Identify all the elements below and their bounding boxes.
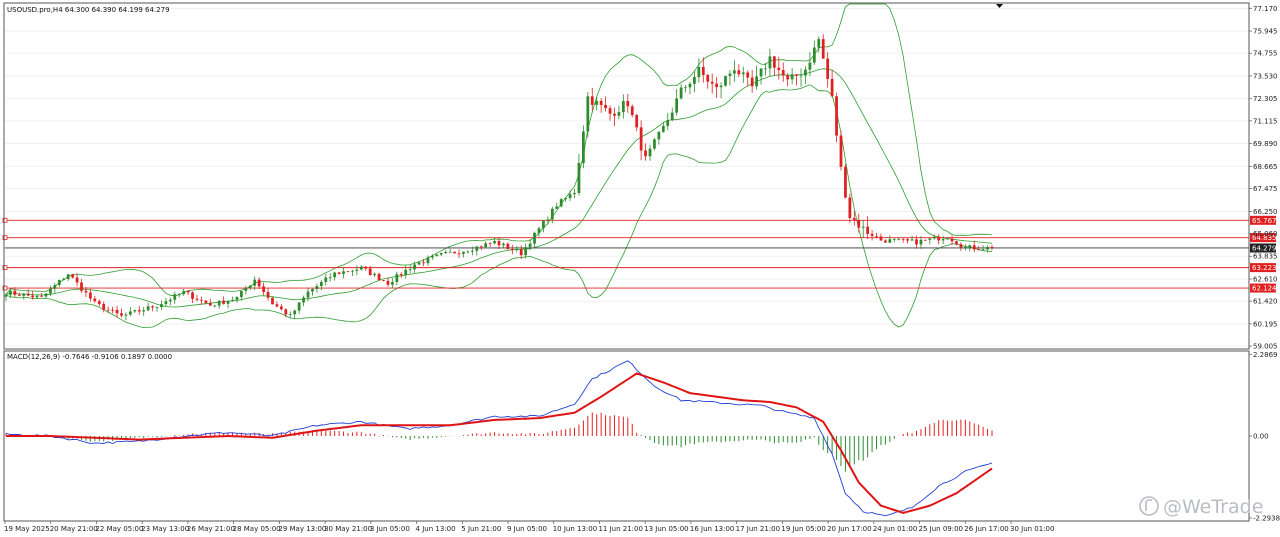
time-tick-label: 29 May 13:00 xyxy=(278,525,326,533)
time-tick-label: 20 May 21:00 xyxy=(50,525,98,533)
time-tick-label: 25 Jun 09:00 xyxy=(919,525,963,533)
price-tick-label: 59.005 xyxy=(1253,343,1278,351)
price-tick-label: 69.890 xyxy=(1253,140,1278,148)
price-tick-label: 67.475 xyxy=(1253,185,1278,193)
candle xyxy=(724,75,727,87)
macd-tick-label: 0.00 xyxy=(1253,433,1269,441)
time-tick-label: 4 Jun 13:00 xyxy=(416,525,456,533)
level-price-label: 63.223 xyxy=(1252,264,1277,272)
price-tick-label: 75.945 xyxy=(1253,28,1278,36)
price-tick-label: 73.530 xyxy=(1253,72,1278,80)
time-tick-label: 28 May 05:00 xyxy=(233,525,281,533)
candle xyxy=(271,297,274,305)
candle xyxy=(453,251,456,254)
price-tick-label: 61.420 xyxy=(1253,298,1278,306)
time-tick-label: 16 Jun 13:00 xyxy=(690,525,734,533)
time-tick-label: 23 May 13:00 xyxy=(141,525,189,533)
time-tick-label: 30 May 21:00 xyxy=(324,525,372,533)
candle xyxy=(586,92,590,138)
price-tick-label: 66.250 xyxy=(1253,208,1278,216)
candle xyxy=(839,130,843,171)
level-price-label: 65.767 xyxy=(1252,217,1277,225)
time-tick-label: 11 Jun 21:00 xyxy=(598,525,642,533)
chart-background xyxy=(0,0,1280,537)
price-tick-label: 74.755 xyxy=(1253,50,1278,58)
price-tick-label: 68.665 xyxy=(1253,163,1278,171)
time-tick-label: 19 May 2025 xyxy=(4,525,50,533)
candle xyxy=(559,198,563,208)
macd-pane-title: MACD(12,26,9) -0.7646 -0.9106 0.1897 0.0… xyxy=(7,353,172,361)
time-tick-label: 26 May 21:00 xyxy=(187,525,235,533)
candle xyxy=(835,92,838,143)
price-tick-label: 63.835 xyxy=(1253,253,1278,261)
price-tick-label: 71.115 xyxy=(1253,117,1278,125)
time-tick-label: 22 May 05:00 xyxy=(95,525,143,533)
price-pane-title: USOUSD.pro,H4 64.300 64.390 64.199 64.27… xyxy=(7,6,170,14)
time-tick-label: 5 Jun 21:00 xyxy=(461,525,501,533)
price-chart[interactable]: 65.76764.83564.27963.22362.124 USOUSD.pr… xyxy=(0,0,1280,537)
candle xyxy=(377,272,381,281)
price-tick-label: 65.060 xyxy=(1253,230,1278,238)
time-tick-label: 17 Jun 21:00 xyxy=(736,525,780,533)
time-tick-label: 3 Jun 05:00 xyxy=(370,525,410,533)
price-tick-label: 62.610 xyxy=(1253,276,1278,284)
time-tick-label: 19 Jun 05:00 xyxy=(781,525,825,533)
level-price-label: 64.279 xyxy=(1252,244,1277,252)
level-price-label: 62.124 xyxy=(1252,285,1277,293)
price-tick-label: 77.170 xyxy=(1253,5,1278,13)
time-tick-label: 13 Jun 05:00 xyxy=(644,525,688,533)
time-tick-label: 24 Jun 01:00 xyxy=(873,525,917,533)
time-tick-label: 20 Jun 17:00 xyxy=(827,525,871,533)
price-tick-label: 60.195 xyxy=(1253,320,1278,328)
candle xyxy=(582,125,585,169)
time-tick-label: 9 Jun 05:00 xyxy=(507,525,547,533)
macd-tick-label: 2.2869 xyxy=(1253,351,1278,359)
time-tick-label: 26 Jun 17:00 xyxy=(964,525,1008,533)
price-tick-label: 72.305 xyxy=(1253,95,1278,103)
candle xyxy=(653,137,656,151)
time-tick-label: 10 Jun 13:00 xyxy=(553,525,597,533)
time-tick-label: 30 Jun 01:00 xyxy=(1010,525,1054,533)
watermark-text: @WeTrade xyxy=(1163,496,1263,518)
candle xyxy=(844,163,847,199)
